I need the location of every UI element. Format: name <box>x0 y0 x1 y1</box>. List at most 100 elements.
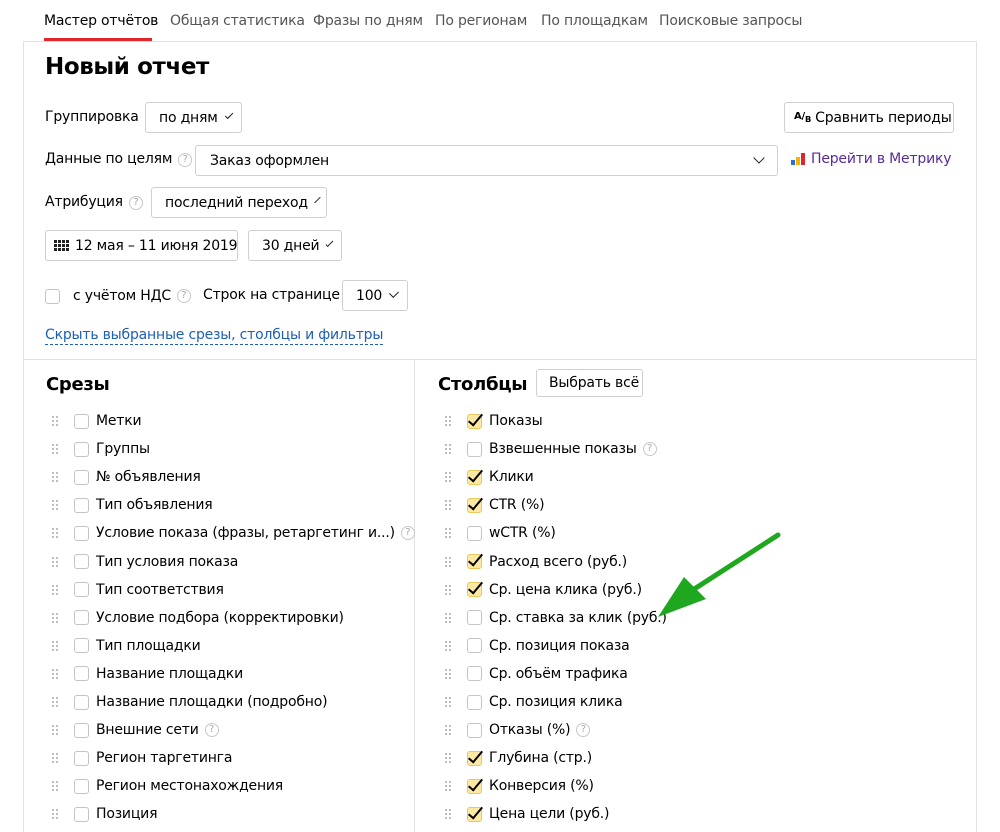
column-item[interactable]: Взвешенные показы? <box>445 439 657 459</box>
drag-handle-icon[interactable] <box>445 697 451 707</box>
column-checkbox[interactable] <box>467 638 482 654</box>
column-checkbox[interactable] <box>467 413 482 429</box>
drag-handle-icon[interactable] <box>52 528 58 539</box>
slice-item[interactable]: Группы <box>52 439 150 459</box>
column-checkbox[interactable] <box>467 806 482 822</box>
drag-handle-icon[interactable] <box>52 556 58 567</box>
drag-handle-icon[interactable] <box>52 725 58 736</box>
column-item[interactable]: CTR (%) <box>445 495 545 515</box>
drag-handle-icon[interactable] <box>52 640 58 651</box>
slice-checkbox[interactable] <box>74 441 89 457</box>
slice-checkbox[interactable] <box>74 582 89 598</box>
help-icon[interactable]: ? <box>128 196 143 210</box>
slice-item[interactable]: Тип площадки <box>52 636 201 656</box>
help-icon[interactable]: ? <box>642 442 657 457</box>
drag-handle-icon[interactable] <box>445 753 451 764</box>
slice-checkbox[interactable] <box>74 694 89 710</box>
drag-handle-icon[interactable] <box>445 528 451 539</box>
drag-handle-icon[interactable] <box>445 472 451 483</box>
column-checkbox[interactable] <box>467 554 482 569</box>
attribution-select[interactable]: последний переход <box>151 187 327 218</box>
help-icon[interactable]: ? <box>178 153 193 167</box>
column-checkbox[interactable] <box>467 610 482 626</box>
slice-item[interactable]: Название площадки <box>52 664 243 684</box>
column-checkbox[interactable] <box>467 778 482 794</box>
slice-checkbox[interactable] <box>74 413 89 429</box>
slice-item[interactable]: Метки <box>52 411 142 431</box>
column-checkbox[interactable] <box>467 582 482 598</box>
period-select[interactable]: 30 дней <box>248 230 342 261</box>
tab-search-queries[interactable]: Поисковые запросы <box>659 13 802 29</box>
slice-checkbox[interactable] <box>74 666 89 682</box>
drag-handle-icon[interactable] <box>52 753 58 764</box>
slice-item[interactable]: Регион таргетинга <box>52 748 232 768</box>
help-icon[interactable]: ? <box>576 723 591 738</box>
slice-item[interactable]: Тип условия показа <box>52 552 238 572</box>
slice-checkbox[interactable] <box>74 610 89 626</box>
column-checkbox[interactable] <box>467 750 482 766</box>
column-checkbox[interactable] <box>467 497 482 513</box>
slice-item[interactable]: Название площадки (подробно) <box>52 692 328 712</box>
drag-handle-icon[interactable] <box>52 612 58 623</box>
slice-item[interactable]: № объявления <box>52 467 201 487</box>
drag-handle-icon[interactable] <box>52 668 58 679</box>
column-checkbox[interactable] <box>467 666 482 682</box>
vat-checkbox-row[interactable]: с учётом НДС ? <box>45 286 191 306</box>
drag-handle-icon[interactable] <box>445 781 451 792</box>
slice-item[interactable]: Внешние сети? <box>52 720 219 740</box>
tab-report-wizard[interactable]: Мастер отчётов <box>44 13 158 29</box>
slice-item[interactable]: Тип соответствия <box>52 580 224 600</box>
drag-handle-icon[interactable] <box>445 416 451 426</box>
column-checkbox[interactable] <box>467 441 482 457</box>
slice-checkbox[interactable] <box>74 750 89 766</box>
column-checkbox[interactable] <box>467 722 482 738</box>
drag-handle-icon[interactable] <box>52 500 58 511</box>
date-range-picker[interactable]: 12 мая – 11 июня 2019 <box>45 230 238 261</box>
vat-checkbox[interactable] <box>45 288 60 304</box>
drag-handle-icon[interactable] <box>52 472 58 483</box>
grouping-select[interactable]: по дням <box>145 102 242 133</box>
column-item[interactable]: Ср. позиция клика <box>445 692 623 712</box>
column-item[interactable]: Показы <box>445 411 543 431</box>
slice-checkbox[interactable] <box>74 722 89 738</box>
slice-checkbox[interactable] <box>74 778 89 794</box>
hide-filters-link[interactable]: Скрыть выбранные срезы, столбцы и фильтр… <box>45 326 383 345</box>
slice-checkbox[interactable] <box>74 525 89 541</box>
help-icon[interactable]: ? <box>400 526 415 541</box>
column-item[interactable]: Глубина (стр.) <box>445 748 592 768</box>
drag-handle-icon[interactable] <box>445 500 451 511</box>
drag-handle-icon[interactable] <box>52 809 58 820</box>
drag-handle-icon[interactable] <box>445 668 451 679</box>
help-icon[interactable]: ? <box>176 289 191 303</box>
tab-by-regions[interactable]: По регионам <box>435 13 527 29</box>
drag-handle-icon[interactable] <box>445 809 451 820</box>
drag-handle-icon[interactable] <box>445 725 451 736</box>
slice-checkbox[interactable] <box>74 469 89 485</box>
compare-periods-button[interactable]: A/B Сравнить периоды <box>784 102 954 133</box>
tab-by-platforms[interactable]: По площадкам <box>541 13 648 29</box>
drag-handle-icon[interactable] <box>52 697 58 707</box>
help-icon[interactable]: ? <box>204 723 219 738</box>
column-checkbox[interactable] <box>467 469 482 485</box>
drag-handle-icon[interactable] <box>445 612 451 623</box>
drag-handle-icon[interactable] <box>52 781 58 792</box>
drag-handle-icon[interactable] <box>52 416 58 426</box>
select-all-button[interactable]: Выбрать всё <box>536 369 643 397</box>
metrika-link[interactable]: Перейти в Метрику <box>791 151 952 167</box>
tab-phrases-by-day[interactable]: Фразы по дням <box>313 13 423 29</box>
column-checkbox[interactable] <box>467 525 482 541</box>
goals-select[interactable]: Заказ оформлен <box>195 145 778 176</box>
column-item[interactable]: Отказы (%)? <box>445 720 591 740</box>
slice-item[interactable]: Позиция <box>52 804 157 824</box>
column-item[interactable]: Клики <box>445 467 534 487</box>
drag-handle-icon[interactable] <box>52 584 58 595</box>
column-item[interactable]: Ср. объём трафика <box>445 664 628 684</box>
column-item[interactable]: Конверсия (%) <box>445 776 594 796</box>
column-checkbox[interactable] <box>467 694 482 710</box>
drag-handle-icon[interactable] <box>445 640 451 651</box>
drag-handle-icon[interactable] <box>52 444 58 455</box>
drag-handle-icon[interactable] <box>445 444 451 455</box>
slice-item[interactable]: Условие показа (фразы, ретаргетинг и...)… <box>52 523 415 543</box>
column-item[interactable]: Ср. позиция показа <box>445 636 630 656</box>
slice-checkbox[interactable] <box>74 554 89 569</box>
